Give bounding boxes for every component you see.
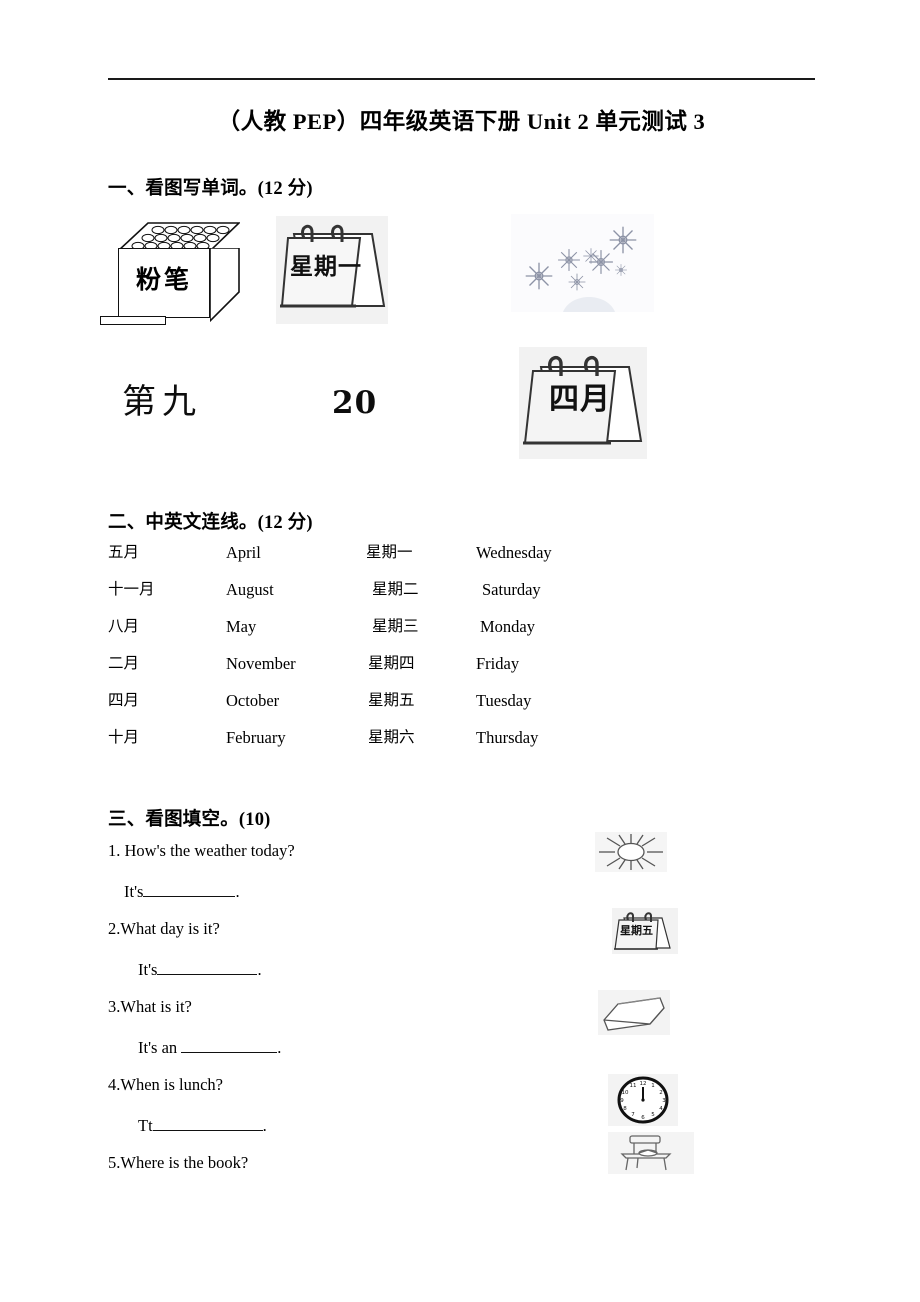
match-en-month[interactable]: February: [226, 729, 286, 747]
match-en-month[interactable]: April: [226, 544, 261, 562]
match-row: 二月 November 星期四 Friday: [108, 655, 815, 693]
question-1-prompt: 1. How's the weather today?: [108, 841, 295, 860]
section-two-heading: 二、中英文连线。(12 分): [108, 513, 313, 533]
match-cn-month[interactable]: 十一月: [108, 581, 155, 598]
match-en-day[interactable]: Monday: [480, 618, 535, 636]
match-cn-month[interactable]: 十月: [108, 729, 139, 746]
chalk-box-picture: 粉笔: [118, 222, 240, 322]
question-2-answer: It's.: [108, 959, 568, 979]
question-3-answer: It's an .: [108, 1037, 568, 1057]
calendar-april-picture: 四月: [519, 347, 647, 459]
matching-exercise: 五月 April 星期一 Wednesday 十一月 August 星期二 Sa…: [108, 544, 815, 767]
calendar-friday-label: 星期五: [620, 924, 653, 937]
page-title: （人教 PEP）四年级英语下册 Unit 2 单元测试 3: [217, 109, 706, 134]
answer-prefix: It's: [138, 959, 158, 979]
match-cn-month[interactable]: 八月: [108, 618, 139, 635]
svg-text:10: 10: [622, 1090, 629, 1096]
chalk-stick-picture: [100, 316, 166, 325]
sun-picture: [595, 832, 667, 872]
match-cn-month[interactable]: 五月: [108, 544, 139, 561]
section-three-heading: 三、看图填空。(10): [108, 810, 271, 830]
match-en-month[interactable]: November: [226, 655, 296, 673]
match-cn-day[interactable]: 星期四: [368, 655, 415, 672]
calendar-monday-label: 星期一: [290, 254, 362, 280]
svg-text:2: 2: [659, 1090, 663, 1096]
eraser-picture: [598, 990, 670, 1035]
fill-in-blank-exercise: 1. How's the weather today? It's. 2.What…: [108, 841, 568, 1172]
answer-suffix: .: [257, 959, 262, 979]
match-row: 五月 April 星期一 Wednesday: [108, 544, 815, 582]
match-en-day[interactable]: Tuesday: [476, 692, 531, 710]
twenty-picture: 20: [332, 385, 378, 421]
match-en-day[interactable]: Wednesday: [476, 544, 552, 562]
answer-prefix: Tt: [138, 1115, 153, 1135]
desk-with-book-picture: [608, 1132, 694, 1174]
match-cn-day[interactable]: 星期五: [368, 692, 415, 709]
svg-text:3: 3: [662, 1098, 666, 1104]
chalk-box-side: [210, 248, 240, 322]
match-row: 十月 February 星期六 Thursday: [108, 729, 815, 767]
match-cn-month[interactable]: 二月: [108, 655, 139, 672]
section-one-heading: 一、看图写单词。(12 分): [108, 179, 313, 199]
svg-text:12: 12: [640, 1081, 647, 1087]
match-en-day[interactable]: Saturday: [482, 581, 541, 599]
calendar-monday-picture: 星期一: [276, 216, 388, 324]
sun-icon: [599, 834, 663, 870]
match-en-month[interactable]: May: [226, 618, 256, 636]
match-row: 十一月 August 星期二 Saturday: [108, 581, 815, 619]
chalk-box-label: 粉笔: [135, 265, 192, 294]
calendar-april-label: 四月: [549, 382, 611, 417]
svg-text:5: 5: [651, 1112, 655, 1118]
answer-suffix: .: [235, 881, 240, 901]
match-row: 四月 October 星期五 Tuesday: [108, 692, 815, 730]
answer-prefix: It's an: [138, 1037, 182, 1057]
svg-text:8: 8: [623, 1106, 627, 1112]
match-cn-day[interactable]: 星期六: [368, 729, 415, 746]
answer-blank[interactable]: [181, 1037, 278, 1053]
svg-text:4: 4: [659, 1106, 663, 1112]
svg-text:11: 11: [630, 1083, 637, 1089]
answer-suffix: .: [277, 1037, 282, 1057]
eraser-icon: [603, 997, 665, 1031]
svg-text:7: 7: [631, 1112, 635, 1118]
calendar-friday-picture: 星期五: [612, 908, 678, 954]
snowflakes-picture: [511, 214, 654, 312]
question-5-prompt: 5.Where is the book?: [108, 1153, 249, 1172]
match-en-month[interactable]: August: [226, 581, 274, 599]
question-4-answer: Tt.: [108, 1115, 568, 1135]
answer-prefix: It's: [124, 881, 144, 901]
question-3-prompt: 3.What is it?: [108, 997, 192, 1016]
match-row: 八月 May 星期三 Monday: [108, 618, 815, 656]
answer-blank[interactable]: [143, 881, 236, 897]
clock-icon: 12 1 2 3 4 5 6 7 8 9 10 11: [617, 1076, 669, 1124]
question-1-answer: It's.: [108, 881, 568, 901]
ninth-picture: 第九: [122, 382, 202, 422]
match-cn-month[interactable]: 四月: [108, 692, 139, 709]
svg-text:1: 1: [651, 1083, 655, 1089]
match-cn-day[interactable]: 星期二: [372, 581, 419, 598]
svg-text:9: 9: [620, 1098, 624, 1104]
snowflake-icon: [525, 226, 637, 312]
answer-blank[interactable]: [152, 1115, 263, 1131]
desk-chair-icon: [620, 1135, 672, 1171]
svg-text:6: 6: [641, 1115, 645, 1121]
match-cn-day[interactable]: 星期三: [372, 618, 419, 635]
question-2-prompt: 2.What day is it?: [108, 919, 220, 938]
clock-picture: 12 1 2 3 4 5 6 7 8 9 10 11: [608, 1074, 678, 1126]
question-4-prompt: 4.When is lunch?: [108, 1075, 224, 1094]
match-en-month[interactable]: October: [226, 692, 279, 710]
match-en-day[interactable]: Thursday: [476, 729, 538, 747]
match-cn-day[interactable]: 星期一: [366, 544, 413, 561]
worksheet-page: （人教 PEP）四年级英语下册 Unit 2 单元测试 3 一、看图写单词。(1…: [0, 0, 920, 1302]
match-en-day[interactable]: Friday: [476, 655, 519, 673]
header-rule: [108, 78, 815, 80]
answer-blank[interactable]: [157, 959, 258, 975]
answer-suffix: .: [262, 1115, 267, 1135]
